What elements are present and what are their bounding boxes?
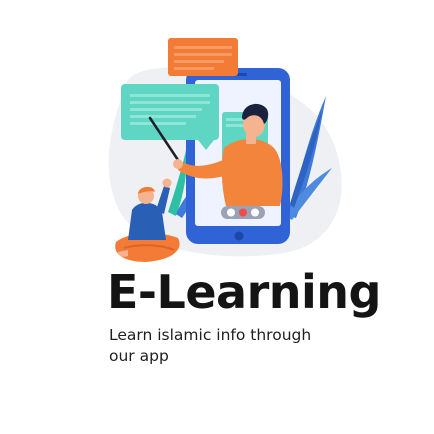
e-learning-illustration <box>108 38 342 262</box>
chat-bubble-orange <box>168 38 238 76</box>
page-subtitle: Learn islamic info through our app <box>109 326 312 365</box>
onboarding-screen: E-Learning Learn islamic info through ou… <box>0 0 434 434</box>
page-title: E-Learning <box>107 265 381 319</box>
